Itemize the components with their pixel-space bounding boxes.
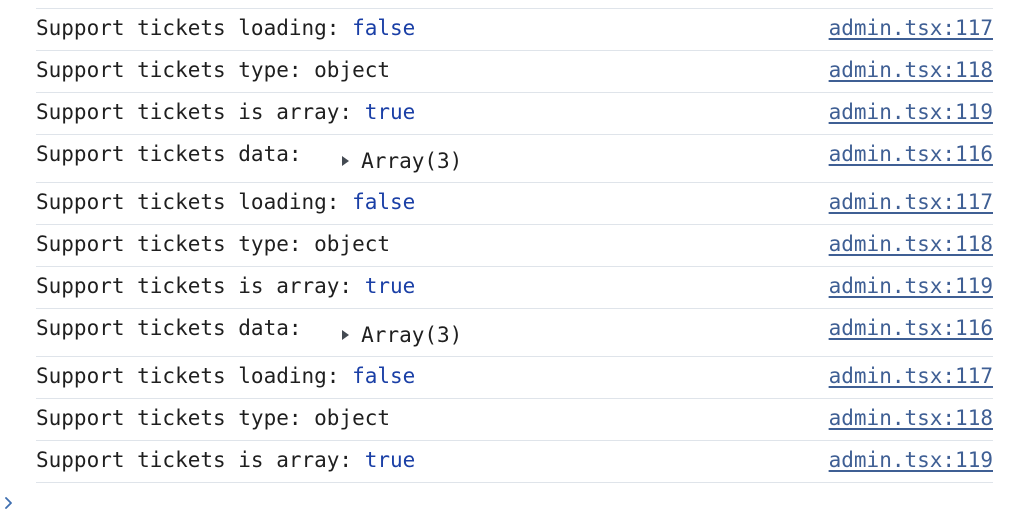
message-label: Support tickets is array:	[36, 274, 365, 298]
console-message-row: Support tickets loading: false admin.tsx:…	[36, 357, 993, 399]
message-label: Support tickets type:	[36, 58, 315, 82]
console-message-row: Support tickets data: Array(3) admin.tsx:…	[36, 309, 993, 357]
message-value: object	[314, 232, 391, 256]
console-prompt[interactable]	[4, 495, 14, 511]
console-message-text: Support tickets type: object	[36, 231, 390, 257]
console-message-text: Support tickets data: Array(3)	[36, 315, 462, 347]
devtools-console: Support tickets loading: false admin.tsx:…	[0, 0, 1026, 516]
message-label: Support tickets data:	[36, 316, 315, 340]
console-message-row: Support tickets data: Array(3) admin.tsx:…	[36, 135, 993, 183]
console-messages: Support tickets loading: false admin.tsx:…	[36, 8, 993, 483]
console-message-text: Support tickets loading: false	[36, 363, 415, 389]
message-label: Support tickets data:	[36, 142, 315, 166]
message-label: Support tickets type:	[36, 232, 315, 256]
console-message-row: Support tickets type: object admin.tsx:11…	[36, 399, 993, 441]
console-message-row: Support tickets is array: true admin.tsx:…	[36, 93, 993, 135]
console-message-row: Support tickets loading: false admin.tsx:…	[36, 183, 993, 225]
expand-array-toggle[interactable]: Array(3)	[342, 148, 462, 174]
triangle-right-icon	[342, 330, 350, 340]
source-location-link[interactable]: admin.tsx:116	[829, 141, 993, 167]
source-location-link[interactable]: admin.tsx:119	[829, 273, 993, 299]
source-location-link[interactable]: admin.tsx:117	[829, 189, 993, 215]
console-message-row: Support tickets is array: true admin.tsx:…	[36, 267, 993, 309]
console-message-row: Support tickets loading: false admin.tsx:…	[36, 9, 993, 51]
source-location-link[interactable]: admin.tsx:118	[829, 57, 993, 83]
console-message-text: Support tickets is array: true	[36, 447, 415, 473]
message-value: false	[352, 364, 416, 388]
console-message-text: Support tickets is array: true	[36, 99, 415, 125]
source-location-link[interactable]: admin.tsx:118	[829, 231, 993, 257]
message-label: Support tickets loading:	[36, 190, 353, 214]
message-value: object	[314, 58, 391, 82]
message-value: false	[352, 190, 416, 214]
console-message-row: Support tickets type: object admin.tsx:11…	[36, 51, 993, 93]
message-value: false	[352, 16, 416, 40]
chevron-right-icon	[5, 497, 12, 509]
triangle-right-icon	[342, 156, 350, 166]
console-message-row: Support tickets type: object admin.tsx:11…	[36, 225, 993, 267]
source-location-link[interactable]: admin.tsx:118	[829, 405, 993, 431]
message-label: Support tickets is array:	[36, 448, 365, 472]
console-message-text: Support tickets type: object	[36, 57, 390, 83]
console-message-text: Support tickets loading: false	[36, 189, 415, 215]
array-preview: Array(3)	[361, 149, 463, 173]
message-label: Support tickets loading:	[36, 16, 353, 40]
source-location-link[interactable]: admin.tsx:116	[829, 315, 993, 341]
message-label: Support tickets type:	[36, 406, 315, 430]
message-value: true	[364, 448, 416, 472]
console-message-row: Support tickets is array: true admin.tsx:…	[36, 441, 993, 483]
array-preview: Array(3)	[361, 323, 463, 347]
source-location-link[interactable]: admin.tsx:117	[829, 363, 993, 389]
message-value: true	[364, 100, 416, 124]
expand-array-toggle[interactable]: Array(3)	[342, 322, 462, 348]
console-message-text: Support tickets type: object	[36, 405, 390, 431]
message-label: Support tickets is array:	[36, 100, 365, 124]
console-message-text: Support tickets loading: false	[36, 15, 415, 41]
source-location-link[interactable]: admin.tsx:119	[829, 99, 993, 125]
console-message-text: Support tickets data: Array(3)	[36, 141, 462, 173]
console-message-text: Support tickets is array: true	[36, 273, 415, 299]
message-value: object	[314, 406, 391, 430]
message-label: Support tickets loading:	[36, 364, 353, 388]
message-value: true	[364, 274, 416, 298]
source-location-link[interactable]: admin.tsx:117	[829, 15, 993, 41]
source-location-link[interactable]: admin.tsx:119	[829, 447, 993, 473]
